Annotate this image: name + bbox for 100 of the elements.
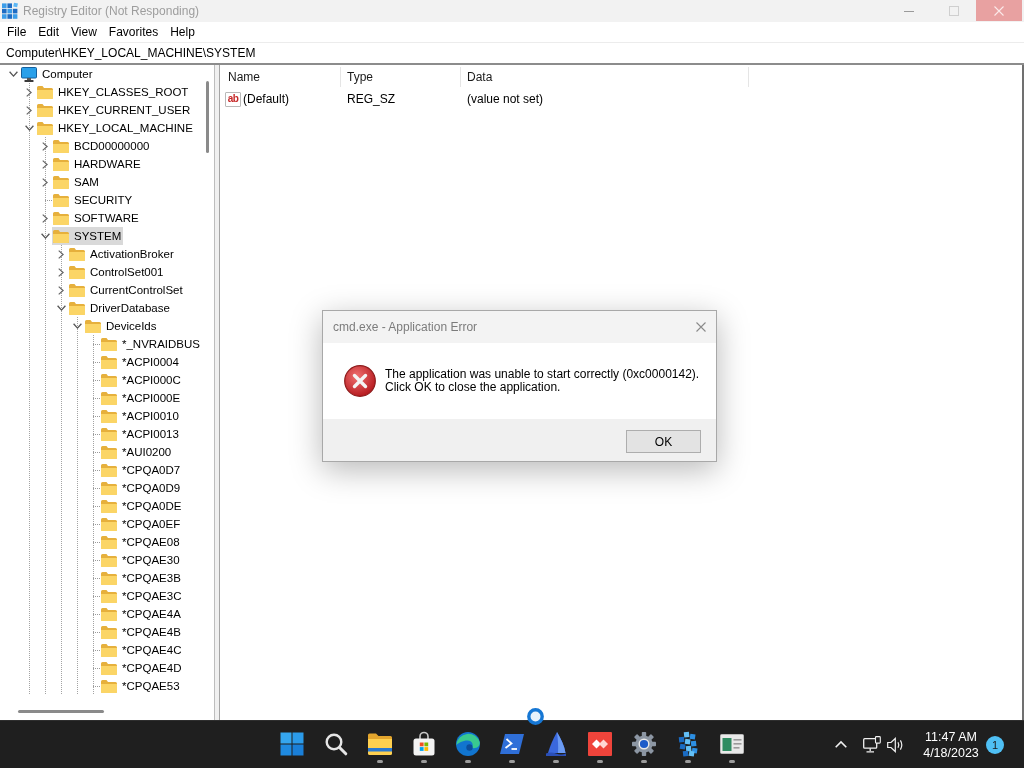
tree-item[interactable]: BCD00000000 — [52, 137, 152, 155]
tree-item[interactable]: *CPQA0D7 — [100, 461, 183, 479]
sail-icon[interactable] — [546, 732, 566, 756]
value-name[interactable]: (Default) — [243, 92, 289, 106]
folder-icon — [69, 301, 85, 315]
value-data: (value not set) — [466, 92, 545, 106]
tree-item[interactable]: *ACPI000C — [100, 371, 183, 389]
chevron-up-icon[interactable] — [835, 741, 847, 748]
cubes-icon[interactable] — [677, 732, 699, 756]
clock-time[interactable]: 11:47 AM — [925, 728, 977, 745]
chevron-down-icon[interactable] — [40, 233, 50, 239]
horizontal-scrollbar-thumb[interactable] — [18, 710, 104, 713]
tree-item[interactable]: DeviceIds — [84, 317, 159, 335]
folder-icon — [53, 229, 69, 243]
column-header[interactable]: Data — [461, 67, 749, 87]
folder-icon[interactable] — [368, 733, 392, 755]
error-icon — [344, 365, 376, 397]
folder-icon — [101, 517, 117, 531]
tree-item[interactable]: ControlSet001 — [68, 263, 166, 281]
tree-item[interactable]: *CPQA0D9 — [100, 479, 183, 497]
menu-item[interactable]: View — [65, 22, 103, 42]
terminal-icon[interactable] — [500, 734, 524, 754]
tree-item[interactable]: SOFTWARE — [52, 209, 141, 227]
tree-item[interactable]: *CPQAE4A — [100, 605, 183, 623]
folder-icon — [69, 283, 85, 297]
swirl-icon[interactable] — [456, 732, 480, 756]
four-squares-icon[interactable] — [280, 732, 304, 756]
tree-item[interactable]: *ACPI0004 — [100, 353, 181, 371]
folder-icon — [101, 355, 117, 369]
tree-item[interactable]: ActivationBroker — [68, 245, 176, 263]
monitor-icon[interactable] — [863, 736, 881, 753]
folder-icon — [101, 679, 117, 693]
tree-item[interactable]: *CPQAE4D — [100, 659, 184, 677]
tree-item[interactable]: CurrentControlSet — [68, 281, 185, 299]
tree-item[interactable]: *CPQAE30 — [100, 551, 182, 569]
tree-item[interactable]: *CPQA0DE — [100, 497, 184, 515]
tree-item[interactable]: *CPQAE4C — [100, 641, 184, 659]
tree-item[interactable]: SYSTEM — [52, 227, 124, 245]
folder-icon — [101, 643, 117, 657]
folder-icon — [101, 373, 117, 387]
folder-icon — [101, 427, 117, 441]
notification-badge[interactable]: 1 — [986, 735, 1004, 754]
tree-item[interactable]: *CPQA0EF — [100, 515, 183, 533]
chevron-down-icon[interactable] — [56, 305, 66, 311]
chevron-right-icon[interactable] — [58, 285, 64, 295]
window-icon[interactable] — [720, 734, 744, 754]
folder-icon — [53, 211, 69, 225]
tree-item[interactable]: *CPQAE3C — [100, 587, 184, 605]
tree-item[interactable]: HKEY_CURRENT_USER — [36, 101, 193, 119]
chevron-right-icon[interactable] — [58, 267, 64, 277]
address-field[interactable]: Computer\HKEY_LOCAL_MACHINE\SYSTEM — [0, 43, 1024, 63]
tree-item[interactable]: *ACPI0013 — [100, 425, 181, 443]
vertical-scrollbar-thumb[interactable] — [206, 81, 209, 153]
folder-icon — [101, 535, 117, 549]
tree-item[interactable]: *CPQAE3B — [100, 569, 183, 587]
tree-item[interactable]: SAM — [52, 173, 101, 191]
clock-date[interactable]: 4/18/2023 — [923, 744, 979, 761]
tree-item[interactable]: HKEY_LOCAL_MACHINE — [36, 119, 195, 137]
string-value-icon: ab — [225, 91, 241, 107]
chevron-right-icon[interactable] — [42, 141, 48, 151]
folder-icon — [53, 139, 69, 153]
chevron-right-icon[interactable] — [26, 105, 32, 115]
chevron-down-icon[interactable] — [8, 71, 18, 77]
menu-item[interactable]: File — [1, 22, 33, 42]
tree-item[interactable]: *ACPI0010 — [100, 407, 181, 425]
shopping-bag-icon[interactable] — [413, 732, 435, 756]
tree-item[interactable]: *AUI0200 — [100, 443, 174, 461]
volume-icon[interactable] — [887, 736, 905, 753]
chevron-down-icon[interactable] — [72, 323, 82, 329]
column-header[interactable]: Name — [220, 67, 341, 87]
settings-icon[interactable] — [632, 732, 656, 756]
tree-item[interactable]: *_NVRAIDBUS — [100, 335, 202, 353]
chevron-right-icon[interactable] — [42, 177, 48, 187]
tree-item[interactable]: *CPQAE53 — [100, 677, 182, 695]
menu-item[interactable]: Favorites — [102, 22, 165, 42]
tree-item[interactable]: HKEY_CLASSES_ROOT — [36, 83, 191, 101]
chevron-right-icon[interactable] — [42, 159, 48, 169]
tree-item[interactable]: HARDWARE — [52, 155, 143, 173]
folder-icon — [101, 661, 117, 675]
folder-icon — [53, 193, 69, 207]
tree-item[interactable]: DriverDatabase — [68, 299, 172, 317]
error-message: The application was unable to start correctly (0xc0000142). Click OK to close the application. — [385, 368, 701, 394]
menu-item[interactable]: Help — [164, 22, 201, 42]
diamonds-tile-icon[interactable] — [588, 732, 612, 756]
menu-item[interactable]: Edit — [32, 22, 66, 42]
folder-icon — [53, 175, 69, 189]
folder-icon — [101, 409, 117, 423]
column-header[interactable]: Type — [341, 67, 461, 87]
chevron-right-icon[interactable] — [42, 213, 48, 223]
chevron-right-icon[interactable] — [26, 87, 32, 97]
tree-item[interactable]: Computer — [20, 65, 95, 83]
tree-item[interactable]: *CPQAE4B — [100, 623, 183, 641]
chevron-down-icon[interactable] — [24, 125, 34, 131]
tree-item[interactable]: SECURITY — [52, 191, 135, 209]
chevron-right-icon[interactable] — [58, 249, 64, 259]
search-icon[interactable] — [325, 733, 347, 755]
tree-item[interactable]: *ACPI000E — [100, 389, 183, 407]
close-icon[interactable] — [696, 322, 706, 332]
tree-item[interactable]: *CPQAE08 — [100, 533, 182, 551]
dialog-button[interactable]: OK — [626, 430, 701, 453]
